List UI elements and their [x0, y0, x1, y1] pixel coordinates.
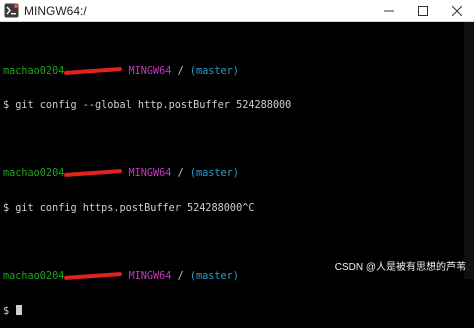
watermark: CSDN @人是被有思想的芦苇	[334, 262, 466, 273]
prompt-path: /	[177, 271, 184, 283]
prompt-user: machao0204	[3, 65, 65, 77]
window-controls	[372, 0, 474, 22]
git-bash-icon	[4, 3, 19, 18]
command-line: $ git config https.postBuffer 524288000^…	[3, 202, 255, 214]
prompt-branch: (master)	[189, 65, 239, 77]
prompt-env: MINGW64	[128, 271, 172, 283]
window-title-bar[interactable]: MINGW64:/	[0, 0, 474, 22]
prompt-env: MINGW64	[128, 65, 172, 77]
prompt-branch: (master)	[189, 168, 239, 180]
minimize-icon	[384, 10, 394, 11]
maximize-button[interactable]	[406, 0, 440, 22]
prompt-line: machao0204 MINGW64 / (master)	[3, 66, 464, 77]
prompt-line: machao0204 MINGW64 / (master)	[3, 168, 464, 179]
text-cursor	[16, 305, 23, 316]
prompt-path: /	[177, 65, 184, 77]
prompt-branch: (master)	[189, 271, 239, 283]
prompt-path: /	[177, 168, 184, 180]
close-button[interactable]	[440, 0, 474, 22]
prompt-user: machao0204	[3, 271, 65, 283]
close-icon	[452, 5, 462, 16]
window-title: MINGW64:/	[24, 3, 87, 18]
redaction-mark	[64, 169, 123, 178]
vertical-scrollbar[interactable]	[464, 22, 474, 279]
command-line: $ git config --global http.postBuffer 52…	[3, 100, 292, 112]
terminal-output[interactable]: machao0204 MINGW64 / (master) $ git conf…	[0, 22, 464, 317]
prompt-symbol: $	[3, 306, 16, 318]
command-input-line[interactable]: $	[3, 305, 464, 318]
prompt-env: MINGW64	[128, 168, 172, 180]
minimize-button[interactable]	[372, 0, 406, 22]
prompt-user: machao0204	[3, 168, 65, 180]
redaction-mark	[64, 66, 123, 75]
maximize-icon	[418, 5, 428, 16]
